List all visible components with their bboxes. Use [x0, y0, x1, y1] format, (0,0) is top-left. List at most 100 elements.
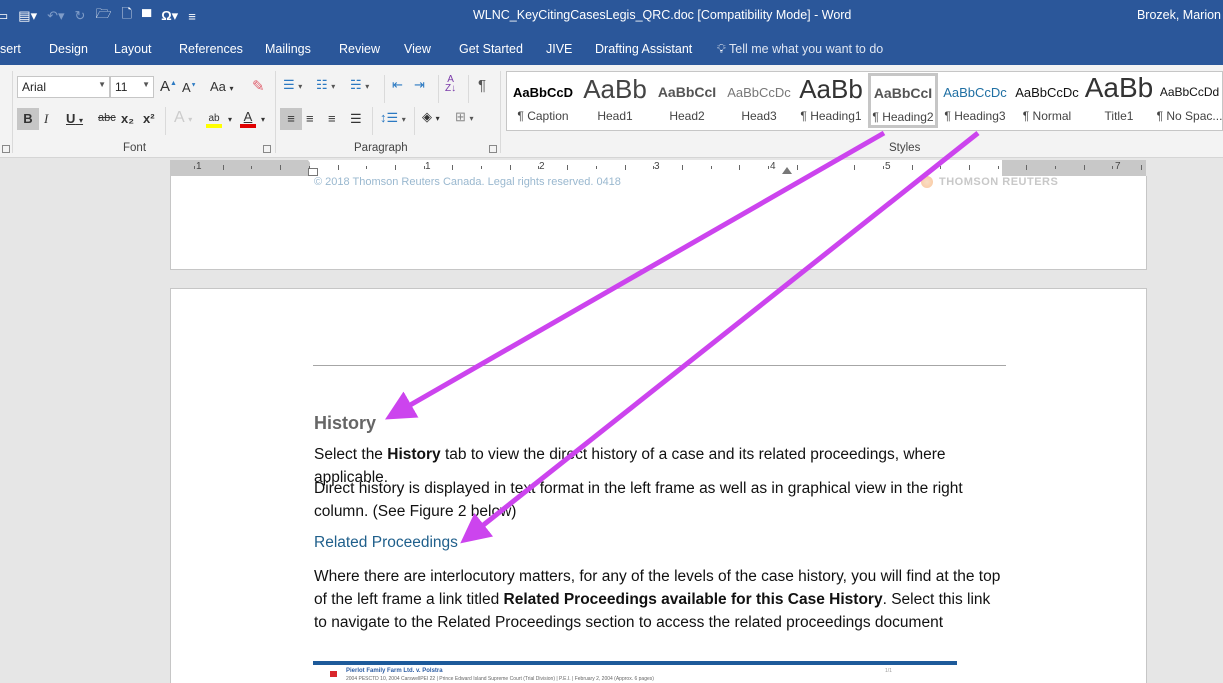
- tab-layout[interactable]: Layout: [114, 42, 152, 56]
- touch-mode-icon[interactable]: ▤▾: [18, 8, 37, 24]
- clipboard-launcher-icon[interactable]: [2, 145, 10, 153]
- ruler-tick: [911, 165, 913, 170]
- customize-qat-icon[interactable]: ≡: [188, 9, 196, 24]
- redo-icon[interactable]: ↻: [75, 8, 86, 24]
- shading-bucket-icon: ◈: [422, 109, 432, 124]
- horizontal-ruler[interactable]: 1 1 2 3 4 5 7: [170, 160, 1146, 176]
- heading-related-proceedings[interactable]: Related Proceedings: [314, 534, 458, 552]
- ruler-tick: [366, 166, 368, 169]
- style-caption[interactable]: AaBbCcD ¶ Caption: [507, 72, 579, 130]
- style-head1[interactable]: AaBb Head1: [579, 72, 651, 130]
- tell-me-box[interactable]: 💡︎ Tell me what you want to do: [717, 42, 883, 57]
- highlight-button[interactable]: ab: [206, 109, 222, 128]
- line-spacing-button[interactable]: ↕☰ ▾: [380, 110, 406, 126]
- bullets-button[interactable]: ☰ ▾: [283, 77, 302, 93]
- paragraph-launcher-icon[interactable]: [489, 145, 497, 153]
- font-color-button[interactable]: A: [240, 109, 256, 128]
- ruler-left-margin: [170, 160, 310, 176]
- style-head3[interactable]: AaBbCcDc Head3: [723, 72, 795, 130]
- tab-review[interactable]: Review: [339, 42, 380, 56]
- header-rule: [313, 365, 1006, 366]
- ruler-number: 7: [1115, 161, 1121, 172]
- chevron-down-icon: ▼: [142, 80, 150, 89]
- change-case-button[interactable]: Aa ▾: [210, 79, 234, 94]
- page-current[interactable]: History Select the History tab to view t…: [170, 288, 1147, 683]
- align-right-button[interactable]: ≡: [328, 111, 336, 126]
- ruler-tick: [194, 166, 195, 169]
- font-color-swatch: [240, 124, 256, 128]
- left-indent-marker[interactable]: [308, 168, 318, 176]
- bold-icon: B: [23, 111, 33, 126]
- align-center-button[interactable]: ≡: [306, 111, 314, 126]
- sort-button[interactable]: A Z↓: [445, 75, 456, 94]
- logo-text: THOMSON REUTERS: [939, 176, 1059, 188]
- ruler-tick: [481, 166, 482, 169]
- figure-screenshot: Pierlot Family Farm Ltd. v. Polstra 2004…: [313, 661, 957, 683]
- save-icon[interactable]: ▭: [0, 8, 8, 24]
- style-heading1[interactable]: AaBb ¶ Heading1: [795, 72, 867, 130]
- ruler-tick: [997, 166, 999, 169]
- font-color-dropdown[interactable]: ▾: [261, 115, 265, 124]
- style-title1[interactable]: AaBb Title1: [1083, 72, 1155, 130]
- tab-get-started[interactable]: Get Started: [459, 42, 523, 56]
- tab-design[interactable]: Design: [49, 42, 88, 56]
- new-folder-icon[interactable]: ▀: [142, 9, 151, 24]
- tab-mailings[interactable]: Mailings: [265, 42, 311, 56]
- multilevel-list-button[interactable]: ☵ ▾: [350, 77, 369, 93]
- numbering-button[interactable]: ☷ ▾: [316, 77, 335, 93]
- open-icon[interactable]: 🗁: [95, 5, 111, 27]
- right-indent-marker[interactable]: [782, 167, 792, 174]
- tab-jive[interactable]: JIVE: [546, 42, 572, 56]
- decrease-indent-icon: ⇤: [392, 77, 403, 92]
- shrink-font-button[interactable]: A▼: [182, 80, 197, 95]
- align-left-icon: ≡: [287, 111, 295, 126]
- tab-insert[interactable]: sert: [0, 42, 21, 56]
- superscript-button[interactable]: x²: [143, 111, 155, 126]
- tab-view[interactable]: View: [404, 42, 431, 56]
- tab-drafting-assistant[interactable]: Drafting Assistant: [595, 42, 692, 56]
- justify-button[interactable]: ☰: [350, 111, 362, 127]
- grow-font-button[interactable]: A▲: [160, 78, 177, 95]
- borders-button[interactable]: ⊞ ▾: [455, 109, 474, 125]
- undo-icon[interactable]: ↶▾: [47, 8, 64, 24]
- group-divider: [275, 71, 276, 153]
- font-size-combo[interactable]: 11 ▼: [110, 76, 154, 98]
- thomson-reuters-logo: THOMSON REUTERS: [921, 176, 1059, 189]
- paragraph-related-proceedings[interactable]: Where there are interlocutory matters, f…: [314, 565, 1004, 634]
- bold-button[interactable]: B: [17, 108, 39, 130]
- symbol-icon[interactable]: Ω▾: [161, 8, 178, 24]
- font-launcher-icon[interactable]: [263, 145, 271, 153]
- ruler-tick: [854, 165, 856, 170]
- font-name-combo[interactable]: Arial ▼: [17, 76, 110, 98]
- subscript-icon: x₂: [121, 111, 135, 126]
- paragraph-direct-history[interactable]: Direct history is displayed in text form…: [314, 477, 984, 523]
- show-marks-button[interactable]: ¶: [478, 77, 486, 94]
- strikethrough-icon: abc: [98, 112, 116, 124]
- increase-indent-button[interactable]: ⇥: [414, 77, 425, 93]
- subscript-button[interactable]: x₂: [121, 111, 134, 126]
- style-preview: AaBbCcI: [873, 85, 933, 101]
- underline-button[interactable]: U ▾: [66, 111, 83, 126]
- figure-header-bar: [313, 661, 957, 665]
- shading-button[interactable]: ◈ ▾: [422, 109, 440, 125]
- decrease-indent-button[interactable]: ⇤: [392, 77, 403, 93]
- tab-references[interactable]: References: [179, 42, 243, 56]
- style-name: ¶ Normal: [1022, 109, 1072, 123]
- highlight-dropdown[interactable]: ▾: [228, 115, 232, 124]
- divider: [165, 107, 166, 135]
- align-left-button[interactable]: ≡: [280, 108, 302, 130]
- strikethrough-button[interactable]: abc: [98, 112, 116, 124]
- heading-history[interactable]: History: [314, 413, 376, 434]
- style-head2[interactable]: AaBbCcI Head2: [651, 72, 723, 130]
- divider: [468, 75, 469, 103]
- user-name[interactable]: Brozek, Marion: [1137, 8, 1221, 22]
- style-normal[interactable]: AaBbCcDc ¶ Normal: [1011, 72, 1083, 130]
- style-no-spacing[interactable]: AaBbCcDd ¶ No Spac...: [1155, 72, 1223, 130]
- clear-formatting-button[interactable]: ✎: [252, 77, 265, 95]
- style-heading3[interactable]: AaBbCcDc ¶ Heading3: [939, 72, 1011, 130]
- text-effects-button[interactable]: A ▾: [174, 109, 192, 127]
- italic-button[interactable]: I: [44, 111, 48, 127]
- new-document-icon[interactable]: 🗋: [122, 5, 132, 27]
- style-heading2[interactable]: AaBbCcI ¶ Heading2: [868, 73, 938, 128]
- ruler-tick: [452, 165, 454, 170]
